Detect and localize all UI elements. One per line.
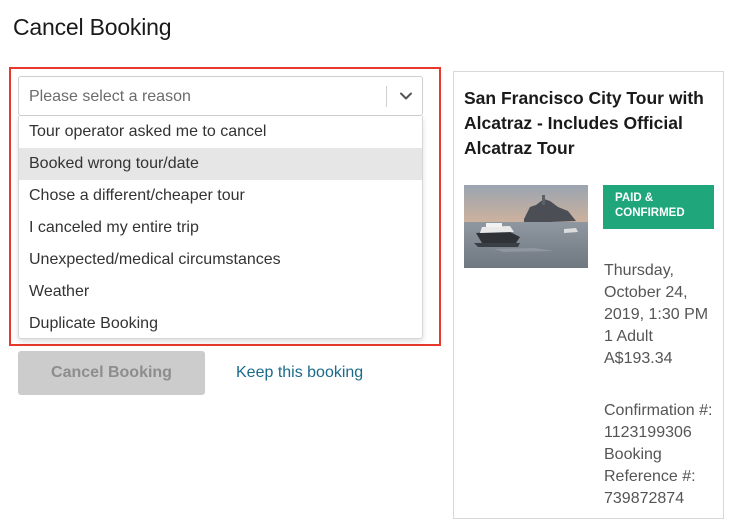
booking-summary-card: San Francisco City Tour with Alcatraz - … [453, 71, 724, 519]
status-badge: PAID & CONFIRMED [603, 185, 714, 229]
reason-select-placeholder: Please select a reason [29, 88, 191, 105]
confirmation-details: Confirmation #: 1123199306 Booking Refer… [604, 400, 722, 510]
cancel-booking-button[interactable]: Cancel Booking [18, 351, 205, 395]
reason-option[interactable]: I canceled my entire trip [19, 212, 422, 244]
reason-option[interactable]: Tour operator asked me to cancel [19, 116, 422, 148]
booking-details: Thursday, October 24, 2019, 1:30 PM 1 Ad… [604, 260, 720, 370]
booking-reference: Booking Reference #: 739872874 [604, 446, 696, 507]
reason-option[interactable]: Chose a different/cheaper tour [19, 180, 422, 212]
reason-option[interactable]: Duplicate Booking [19, 308, 422, 340]
reason-option[interactable]: Unexpected/medical circumstances [19, 244, 422, 276]
reason-option[interactable]: Booked wrong tour/date [19, 148, 422, 180]
booking-date: Thursday, October 24, 2019, 1:30 PM [604, 262, 709, 323]
confirmation-number: Confirmation #: 1123199306 [604, 402, 713, 441]
keep-booking-link[interactable]: Keep this booking [236, 364, 363, 382]
reason-select[interactable]: Please select a reason [18, 76, 423, 116]
reason-dropdown-menu: Tour operator asked me to cancel Booked … [18, 116, 423, 339]
chevron-down-icon[interactable] [397, 87, 415, 105]
reason-option[interactable]: Weather [19, 276, 422, 308]
tour-image [464, 185, 588, 268]
select-divider [386, 86, 387, 107]
page-title: Cancel Booking [13, 14, 172, 40]
tour-title: San Francisco City Tour with Alcatraz - … [464, 88, 704, 158]
booking-price: A$193.34 [604, 350, 673, 367]
booking-travelers: 1 Adult [604, 328, 653, 345]
